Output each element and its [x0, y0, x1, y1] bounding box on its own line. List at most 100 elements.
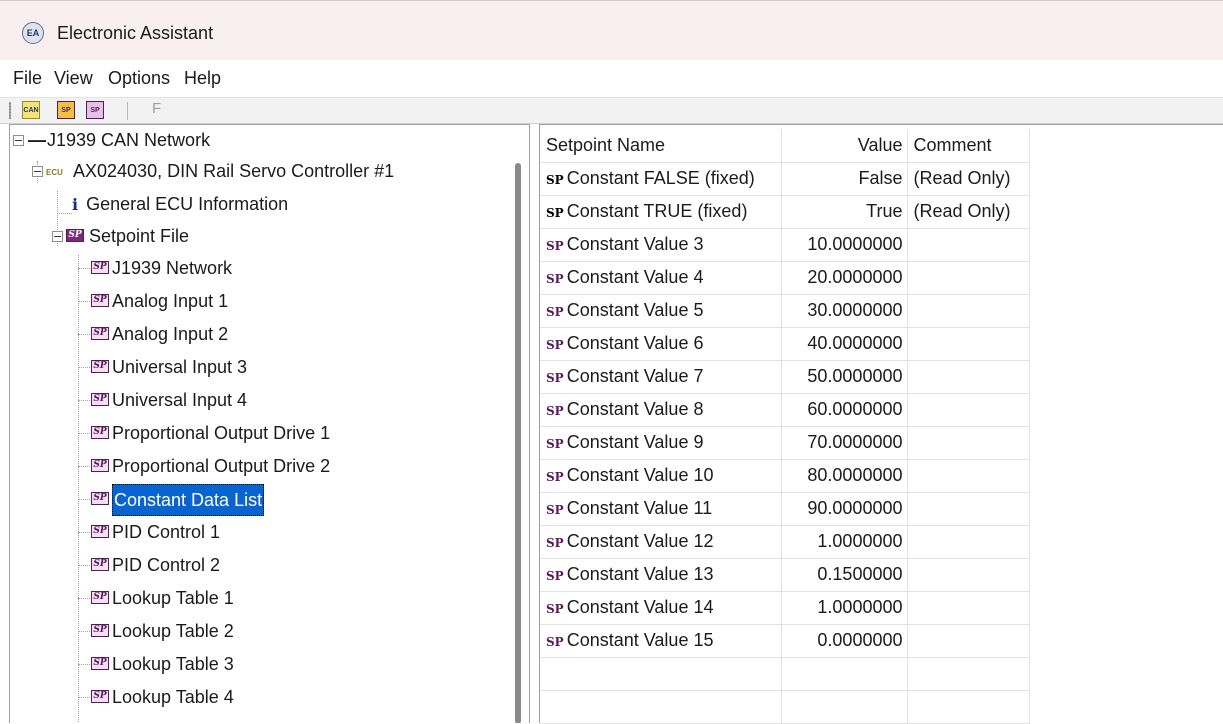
setpoint-name: Constant Value 9 [566, 432, 704, 452]
table-row[interactable]: SP Constant Value 6 40.0000000 [540, 327, 1030, 361]
column-header-value[interactable]: Value [781, 129, 908, 163]
tree-line [78, 334, 90, 336]
setpoint-name: Constant Value 4 [566, 267, 704, 287]
collapse-icon[interactable] [52, 231, 63, 242]
table-row[interactable]: SP Constant Value 4 20.0000000 [540, 261, 1030, 295]
setpoint-value-cell[interactable]: 40.0000000 [781, 327, 908, 361]
collapse-icon[interactable] [32, 166, 43, 177]
setpoint-name: Constant Value 8 [566, 399, 704, 419]
setpoint-value-cell[interactable]: 30.0000000 [781, 294, 908, 328]
tree-label: Lookup Table 3 [112, 654, 234, 674]
tree-label: Constant Data List [112, 484, 265, 516]
table-row[interactable]: SP Constant TRUE (fixed) True (Read Only) [540, 195, 1030, 229]
menu-options[interactable]: Options [106, 68, 172, 89]
menu-view[interactable]: View [52, 68, 95, 89]
table-row[interactable]: SP Constant Value 11 90.0000000 [540, 492, 1030, 526]
setpoint-name: Constant Value 14 [566, 597, 714, 617]
menu-help[interactable]: Help [182, 68, 223, 89]
table-row[interactable]: SP Constant Value 12 1.0000000 [540, 525, 1030, 559]
open-setpoint-icon[interactable]: SP [57, 101, 75, 119]
table-row[interactable]: SP Constant Value 7 50.0000000 [540, 360, 1030, 394]
setpoint-comment-cell[interactable]: (Read Only) [907, 162, 1030, 196]
setpoint-icon: SP [91, 294, 109, 307]
setpoint-icon: SP [546, 470, 564, 484]
setpoint-comment-cell[interactable] [907, 294, 1030, 328]
setpoint-value-cell[interactable]: 80.0000000 [781, 459, 908, 493]
setpoint-value-cell[interactable]: False [781, 162, 908, 196]
setpoint-icon: SP [546, 173, 564, 187]
column-header-setpoint-name[interactable]: Setpoint Name [540, 129, 782, 163]
setpoint-value-cell[interactable]: 1.0000000 [781, 591, 908, 625]
setpoint-name-cell[interactable]: SP Constant Value 11 [540, 492, 782, 526]
setpoint-name-cell[interactable]: SP Constant Value 4 [540, 261, 782, 295]
table-row[interactable]: SP Constant Value 9 70.0000000 [540, 426, 1030, 460]
setpoint-value-cell[interactable]: 60.0000000 [781, 393, 908, 427]
setpoint-icon: SP [91, 459, 109, 472]
tree-line [78, 466, 90, 468]
setpoint-icon: SP [91, 591, 109, 604]
setpoint-comment-cell[interactable] [907, 327, 1030, 361]
tree-line [57, 213, 72, 215]
setpoint-comment-cell[interactable] [907, 492, 1030, 526]
f-button[interactable]: F [152, 100, 161, 117]
setpoint-comment-cell[interactable] [907, 393, 1030, 427]
setpoint-value-cell[interactable]: 1.0000000 [781, 525, 908, 559]
setpoint-name-cell[interactable]: SP Constant Value 15 [540, 624, 782, 658]
setpoint-name-cell[interactable]: SP Constant Value 6 [540, 327, 782, 361]
setpoint-value-cell[interactable]: 10.0000000 [781, 228, 908, 262]
setpoint-name-cell[interactable]: SP Constant Value 12 [540, 525, 782, 559]
ecu-icon: ECU [46, 168, 63, 177]
setpoint-name-cell[interactable]: SP Constant Value 7 [540, 360, 782, 394]
setpoint-value-cell[interactable]: 90.0000000 [781, 492, 908, 526]
setpoint-name-cell[interactable]: SP Constant Value 10 [540, 459, 782, 493]
table-row[interactable]: SP Constant FALSE (fixed) False (Read Only) [540, 162, 1030, 196]
setpoint-value-cell[interactable]: 70.0000000 [781, 426, 908, 460]
column-header-comment[interactable]: Comment [907, 129, 1030, 163]
setpoint-value-cell[interactable]: 50.0000000 [781, 360, 908, 394]
setpoint-comment-cell[interactable] [907, 459, 1030, 493]
setpoint-comment-cell[interactable] [907, 360, 1030, 394]
menu-file[interactable]: File [11, 68, 44, 89]
setpoint-value-cell[interactable]: True [781, 195, 908, 229]
setpoint-name-cell[interactable]: SP Constant Value 3 [540, 228, 782, 262]
tree-label: AX024030, DIN Rail Servo Controller #1 [73, 161, 395, 181]
setpoint-comment-cell[interactable] [907, 558, 1030, 592]
empty-row [540, 690, 1030, 724]
setpoint-name-cell[interactable]: SP Constant Value 13 [540, 558, 782, 592]
setpoint-icon: SP [546, 305, 564, 319]
network-icon: — [28, 130, 46, 150]
collapse-icon[interactable] [13, 135, 24, 146]
tree-item-general-ecu-information[interactable]: i General ECU Information [72, 189, 288, 219]
setpoint-comment-cell[interactable] [907, 261, 1030, 295]
tree-label: Lookup Table 1 [112, 588, 234, 608]
toolbar-grip[interactable] [9, 102, 11, 119]
setpoint-comment-cell[interactable] [907, 591, 1030, 625]
table-row[interactable]: SP Constant Value 15 0.0000000 [540, 624, 1030, 658]
table-row[interactable]: SP Constant Value 10 80.0000000 [540, 459, 1030, 493]
setpoint-value-cell[interactable]: 0.1500000 [781, 558, 908, 592]
can-network-icon[interactable]: CAN [22, 101, 40, 119]
setpoint-name-cell[interactable]: SP Constant Value 5 [540, 294, 782, 328]
setpoint-comment-cell[interactable] [907, 624, 1030, 658]
tree-line [78, 301, 90, 303]
setpoint-comment-cell[interactable]: (Read Only) [907, 195, 1030, 229]
setpoint-comment-cell[interactable] [907, 426, 1030, 460]
setpoint-name-cell[interactable]: SP Constant Value 14 [540, 591, 782, 625]
electronic-assistant-app-icon[interactable]: EA [22, 22, 44, 44]
setpoint-value-cell[interactable]: 0.0000000 [781, 624, 908, 658]
setpoint-name-cell[interactable]: SP Constant TRUE (fixed) [540, 195, 782, 229]
setpoint-comment-cell[interactable] [907, 525, 1030, 559]
table-row[interactable]: SP Constant Value 13 0.1500000 [540, 558, 1030, 592]
table-row[interactable]: SP Constant Value 5 30.0000000 [540, 294, 1030, 328]
setpoint-name-cell[interactable]: SP Constant Value 9 [540, 426, 782, 460]
setpoint-comment-cell[interactable] [907, 228, 1030, 262]
setpoint-name-cell[interactable]: SP Constant FALSE (fixed) [540, 162, 782, 196]
save-setpoint-icon[interactable]: SP [86, 101, 104, 119]
setpoint-name-cell[interactable]: SP Constant Value 8 [540, 393, 782, 427]
table-row[interactable]: SP Constant Value 8 60.0000000 [540, 393, 1030, 427]
table-row[interactable]: SP Constant Value 14 1.0000000 [540, 591, 1030, 625]
tree-line [78, 499, 90, 501]
setpoint-value-cell[interactable]: 20.0000000 [781, 261, 908, 295]
table-row[interactable]: SP Constant Value 3 10.0000000 [540, 228, 1030, 262]
tree-scrollbar[interactable] [515, 163, 521, 723]
